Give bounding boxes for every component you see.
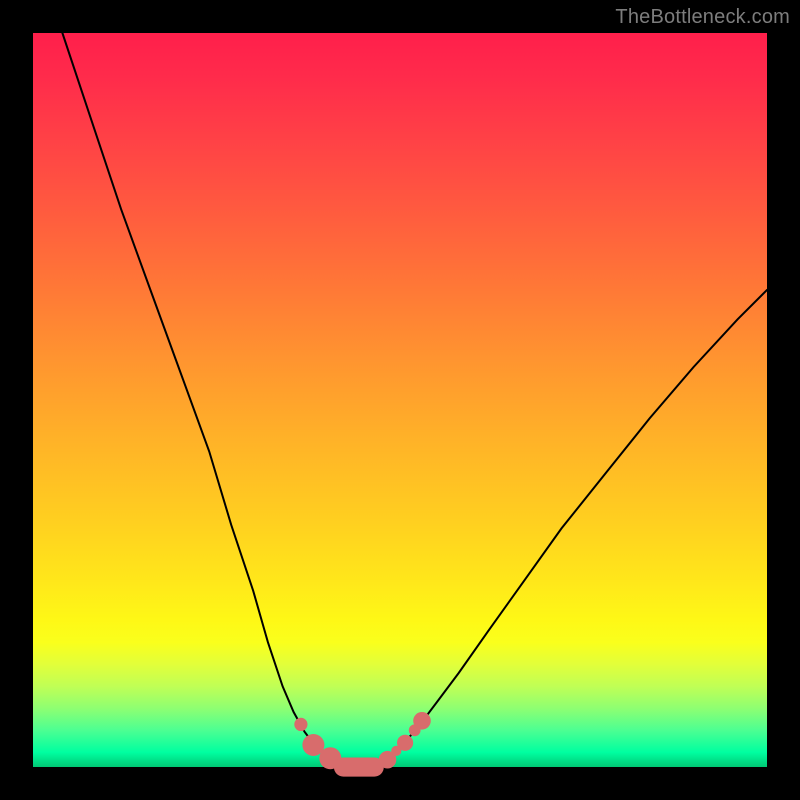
valley-marker-pill [334,758,384,777]
chart-plot-area [33,33,767,767]
markers-group [294,712,431,777]
chart-svg [33,33,767,767]
curve-left-branch [62,33,337,763]
chart-frame: TheBottleneck.com [0,0,800,800]
data-marker [397,735,413,751]
data-marker [413,712,431,730]
watermark-text: TheBottleneck.com [615,6,790,29]
data-marker [294,718,307,731]
curve-right-branch [382,290,767,763]
